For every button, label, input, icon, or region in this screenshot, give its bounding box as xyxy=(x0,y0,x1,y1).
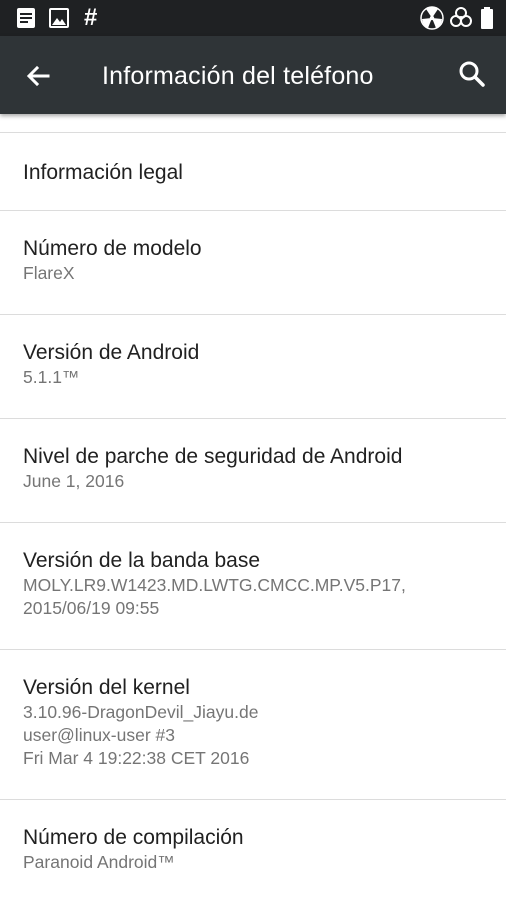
item-title: Número de compilación xyxy=(23,826,244,849)
item-subtitle: June 1, 2016 xyxy=(23,471,125,491)
item-subtitle: Paranoid Android™ xyxy=(23,852,175,872)
item-title: Número de modelo xyxy=(23,237,202,260)
arrow-back-icon[interactable] xyxy=(22,60,54,92)
list-item-android-version[interactable]: Versión de Android 5.1.1™ xyxy=(0,315,506,418)
list-item-kernel-version: Versión del kernel 3.10.96-DragonDevil_J… xyxy=(0,650,506,799)
list-item-legal-info[interactable]: Información legal xyxy=(0,133,506,210)
item-subtitle: 2015/06/19 09:55 xyxy=(23,598,160,618)
battery-full-icon xyxy=(481,7,493,29)
item-title: Versión de Android xyxy=(23,341,200,364)
status-bar: # xyxy=(0,0,506,36)
item-subtitle: user@linux-user #3 xyxy=(23,725,175,745)
list-item-security-patch: Nivel de parche de seguridad de Android … xyxy=(0,419,506,522)
item-title: Información legal xyxy=(23,161,183,184)
item-subtitle: 3.10.96-DragonDevil_Jiayu.de xyxy=(23,702,259,722)
item-title: Nivel de parche de seguridad de Android xyxy=(23,445,403,468)
settings-list: Información legal Número de modelo Flare… xyxy=(0,114,506,900)
item-title: Versión del kernel xyxy=(23,676,190,699)
search-icon[interactable] xyxy=(456,58,488,90)
biohazard-icon xyxy=(450,7,472,27)
list-item-baseband-version: Versión de la banda base MOLY.LR9.W1423.… xyxy=(0,523,506,649)
list-item-model-number: Número de modelo FlareX xyxy=(0,211,506,314)
item-subtitle: 5.1.1™ xyxy=(23,367,80,387)
item-subtitle: FlareX xyxy=(23,263,75,283)
page-title: Información del teléfono xyxy=(102,62,374,90)
item-title: Versión de la banda base xyxy=(23,549,261,572)
item-subtitle: MOLY.LR9.W1423.MD.LWTG.CMCC.MP.V5.P17, xyxy=(23,575,406,595)
notes-icon xyxy=(17,8,35,28)
item-subtitle: Fri Mar 4 19:22:38 CET 2016 xyxy=(23,748,250,768)
list-top-spacer xyxy=(0,114,506,132)
image-icon xyxy=(49,8,69,28)
app-toolbar: Información del teléfono xyxy=(0,36,506,114)
radiation-icon xyxy=(420,6,444,30)
hash-icon: # xyxy=(84,4,98,31)
list-item-build-number[interactable]: Número de compilación Paranoid Android™ xyxy=(0,800,506,900)
